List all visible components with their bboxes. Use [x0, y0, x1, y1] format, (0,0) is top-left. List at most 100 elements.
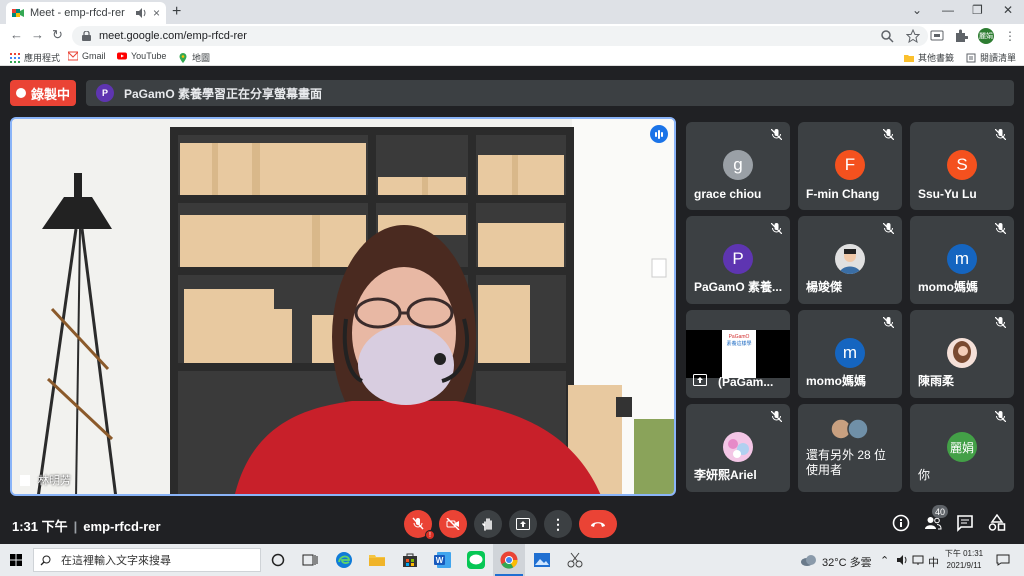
taskbar-search-input[interactable]: 在這裡輸入文字來搜尋	[33, 548, 261, 572]
url-text: meet.google.com/emp-rfcd-rer	[99, 30, 247, 42]
participant-tile[interactable]: g grace chiou	[686, 122, 790, 210]
tab-search-icon[interactable]: ⌄	[912, 3, 922, 17]
raise-hand-button[interactable]	[474, 510, 502, 538]
screen-share-banner[interactable]: P PaGamO 素養學習正在分享螢幕畫面	[86, 80, 1014, 106]
minimize-button[interactable]: —	[942, 3, 954, 17]
reading-list[interactable]: 閱讀清單	[966, 51, 1016, 64]
chrome-icon[interactable]	[499, 550, 519, 570]
meeting-time: 1:31 下午	[12, 519, 68, 534]
participant-tile[interactable]: S Ssu-Yu Lu	[910, 122, 1014, 210]
leave-call-button[interactable]	[579, 510, 617, 538]
others-count-label: 還有另外 28 位使用者	[806, 448, 887, 477]
meeting-details-icon[interactable]	[892, 514, 910, 532]
bookmark-maps[interactable]: 地圖	[178, 51, 210, 64]
participant-avatar: m	[947, 244, 977, 274]
cortana-icon[interactable]	[268, 550, 288, 570]
speaker-icon[interactable]	[135, 7, 147, 19]
participant-tile[interactable]: m momo媽媽	[798, 310, 902, 398]
extensions-puzzle-icon[interactable]	[954, 29, 968, 43]
cast-icon[interactable]	[930, 29, 944, 43]
recording-indicator[interactable]: 錄製中	[10, 80, 76, 106]
mic-off-icon	[883, 223, 894, 234]
camera-toggle-button[interactable]	[439, 510, 467, 538]
ime-indicator[interactable]: 中	[928, 554, 939, 570]
maximize-button[interactable]: ❐	[972, 3, 983, 17]
participant-tile[interactable]: 陳雨柔	[910, 310, 1014, 398]
close-window-button[interactable]: ✕	[1003, 3, 1013, 17]
network-icon[interactable]	[912, 554, 924, 566]
main-speaker-name: 林明芳	[38, 475, 71, 487]
file-explorer-icon[interactable]	[367, 550, 387, 570]
snipping-tool-icon[interactable]	[565, 550, 585, 570]
presentation-tile[interactable]: PaGamO 素養這樣學 (PaGam...	[686, 310, 790, 398]
present-now-button[interactable]	[509, 510, 537, 538]
mic-off-icon	[883, 129, 894, 140]
bookmark-apps[interactable]: 應用程式	[10, 51, 60, 64]
present-screen-icon	[516, 518, 530, 530]
bookmark-star-icon[interactable]	[906, 29, 920, 43]
participant-tile[interactable]: m momo媽媽	[910, 216, 1014, 304]
main-speaker-video[interactable]: 林明芳	[10, 117, 676, 496]
chat-icon[interactable]	[956, 514, 974, 532]
camera-off-icon	[446, 518, 460, 530]
bookmark-gmail[interactable]: Gmail	[68, 51, 106, 61]
more-menu-icon[interactable]: ⋮	[1004, 29, 1016, 43]
mic-toggle-button[interactable]: !	[404, 510, 435, 540]
youtube-icon	[117, 52, 127, 60]
line-app-icon[interactable]	[466, 550, 486, 570]
participant-tile[interactable]: 楊竣傑	[798, 216, 902, 304]
participant-avatar: m	[835, 338, 865, 368]
maps-pin-icon	[179, 52, 187, 63]
bookmark-youtube[interactable]: YouTube	[117, 51, 166, 61]
participant-name: F-min Chang	[806, 187, 880, 201]
close-tab-icon[interactable]: ×	[153, 6, 160, 20]
pin-icon[interactable]	[20, 475, 30, 486]
presentation-slide: PaGamO 素養這樣學	[722, 330, 756, 378]
browser-toolbar: ← → ↻ meet.google.com/emp-rfcd-rer 麗娟 ⋮	[0, 24, 1024, 48]
forward-arrow-icon[interactable]: →	[31, 27, 44, 42]
reload-icon[interactable]: ↻	[52, 27, 63, 43]
participant-name: Ssu-Yu Lu	[918, 187, 977, 201]
volume-icon[interactable]	[896, 554, 908, 566]
edge-icon[interactable]	[334, 550, 354, 570]
photos-icon[interactable]	[532, 550, 552, 570]
participant-name: 楊竣傑	[806, 280, 843, 294]
browser-tab-strip: Meet - emp-rfcd-rer × + ⌄ — ❐ ✕	[0, 0, 1024, 24]
tab-meet[interactable]: Meet - emp-rfcd-rer ×	[6, 2, 166, 24]
taskbar-clock[interactable]: 下午 01:31 2021/9/11	[942, 548, 986, 572]
mic-off-icon	[995, 411, 1006, 422]
share-banner-text: PaGamO 素養學習正在分享螢幕畫面	[124, 86, 323, 101]
word-icon[interactable]: W	[433, 550, 453, 570]
participant-avatar: P	[723, 244, 753, 274]
others-tile[interactable]: 還有另外 28 位使用者	[798, 404, 902, 492]
weather-cloud-icon[interactable]	[800, 554, 818, 566]
participant-name: 李妍熙Ariel	[694, 468, 757, 482]
gmail-icon	[68, 51, 78, 61]
profile-avatar[interactable]: 麗娟	[978, 28, 994, 44]
windows-start-icon[interactable]	[10, 554, 22, 566]
present-screen-icon	[693, 374, 707, 386]
self-tile[interactable]: 麗娟 你	[910, 404, 1014, 492]
notifications-icon[interactable]	[996, 554, 1010, 566]
mic-off-icon	[771, 223, 782, 234]
hang-up-icon	[591, 522, 605, 527]
folder-icon	[904, 54, 914, 62]
participant-tile[interactable]: F F-min Chang	[798, 122, 902, 210]
tray-overflow-icon[interactable]: ⌃	[880, 554, 889, 567]
task-view-icon[interactable]	[300, 550, 320, 570]
activities-icon[interactable]	[988, 514, 1006, 532]
participant-tile[interactable]: P PaGamO 素養...	[686, 216, 790, 304]
other-bookmarks[interactable]: 其他書籤	[904, 51, 954, 64]
participant-photo	[947, 338, 977, 368]
more-options-button[interactable]: ⋮	[544, 510, 572, 538]
weather-text[interactable]: 32°C 多雲	[822, 554, 872, 570]
windows-taskbar: 在這裡輸入文字來搜尋 W 32°C 多雲 ⌃ 中 下午 01:31 2021/9…	[0, 544, 1024, 576]
address-bar[interactable]: meet.google.com/emp-rfcd-rer	[72, 26, 928, 46]
back-arrow-icon[interactable]: ←	[10, 27, 23, 42]
zoom-magnifier-icon[interactable]	[880, 29, 894, 43]
search-icon	[40, 555, 51, 565]
microsoft-store-icon[interactable]	[400, 550, 420, 570]
participant-avatar: F	[835, 150, 865, 180]
new-tab-button[interactable]: +	[172, 3, 181, 21]
participant-tile[interactable]: 李妍熙Ariel	[686, 404, 790, 492]
